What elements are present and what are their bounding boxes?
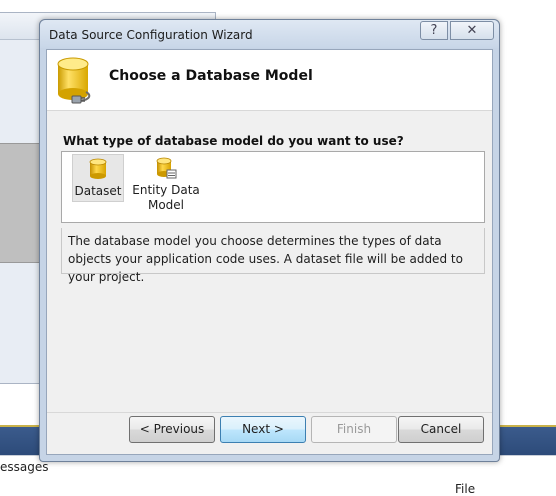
- model-option-dataset[interactable]: Dataset: [72, 154, 124, 202]
- model-question-label: What type of database model do you want …: [63, 134, 404, 148]
- model-list[interactable]: Dataset Entity Data Model: [61, 151, 485, 223]
- close-button[interactable]: ✕: [450, 21, 494, 40]
- page-title: Choose a Database Model: [109, 68, 313, 84]
- background-messages-tab[interactable]: essages: [0, 460, 49, 474]
- database-cylinder-icon: [89, 158, 107, 179]
- footer-divider: [47, 412, 492, 413]
- dialog-client-area: Choose a Database Model What type of dat…: [46, 49, 493, 455]
- dialog-title: Data Source Configuration Wizard: [49, 28, 253, 42]
- database-plug-icon: [57, 57, 91, 104]
- model-option-label: Dataset: [74, 184, 122, 198]
- close-icon: ✕: [466, 23, 478, 38]
- help-button[interactable]: ?: [420, 21, 448, 40]
- wizard-dialog: Data Source Configuration Wizard ? ✕ Cho…: [39, 19, 500, 462]
- model-option-label: Entity Data Model: [132, 183, 200, 212]
- next-button[interactable]: Next >: [220, 416, 306, 443]
- entity-model-icon: [156, 157, 177, 179]
- cancel-button[interactable]: Cancel: [398, 416, 484, 443]
- model-description: The database model you choose determines…: [61, 228, 485, 284]
- help-icon: ?: [430, 23, 438, 38]
- wizard-header: Choose a Database Model: [47, 50, 492, 111]
- previous-button[interactable]: < Previous: [129, 416, 215, 443]
- model-option-entity-data-model[interactable]: Entity Data Model: [130, 154, 202, 213]
- finish-button[interactable]: Finish: [311, 416, 397, 443]
- dialog-titlebar[interactable]: Data Source Configuration Wizard ? ✕: [40, 20, 499, 48]
